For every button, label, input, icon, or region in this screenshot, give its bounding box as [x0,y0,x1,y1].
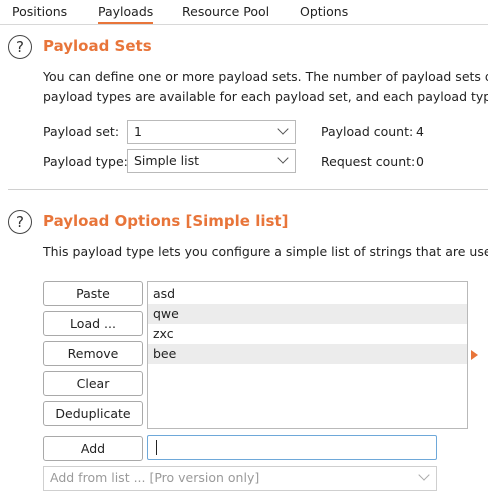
remove-button[interactable]: Remove [43,341,143,366]
chevron-down-icon [277,123,289,135]
tab-options[interactable]: Options [300,4,348,19]
section-title-payload-sets: Payload Sets [43,37,152,55]
tab-bar: Positions Payloads Resource Pool Options [0,0,488,25]
list-item[interactable]: qwe [148,304,467,324]
list-item[interactable]: zxc [148,324,467,344]
add-from-list-select[interactable]: Add from list ... [Pro version only] [43,466,437,491]
payload-type-select[interactable]: Simple list [127,149,296,173]
add-button[interactable]: Add [43,436,143,461]
payload-set-value: 1 [134,124,142,139]
text-caret [156,440,157,455]
help-icon[interactable]: ? [8,210,32,234]
payload-list[interactable]: asd qwe zxc bee [147,281,468,429]
payload-type-label: Payload type: [43,154,128,169]
paste-button[interactable]: Paste [43,281,143,306]
arrow-right-icon [471,350,478,360]
payload-options-description: This payload type lets you configure a s… [43,244,488,259]
list-item[interactable]: asd [148,284,467,304]
load-button[interactable]: Load ... [43,311,143,336]
chevron-down-icon [277,152,289,164]
tab-positions[interactable]: Positions [12,4,67,19]
request-count-label: Request count: [321,154,416,169]
list-item[interactable]: bee [148,344,467,364]
tab-payloads[interactable]: Payloads [98,4,154,24]
section-divider [8,189,488,190]
section-title-payload-options: Payload Options [Simple list] [43,212,289,230]
payload-set-label: Payload set: [43,124,120,139]
add-from-list-label: Add from list ... [Pro version only] [50,470,260,485]
payload-count-value: 4 [416,124,424,139]
payload-sets-description-line1: You can define one or more payload sets.… [43,69,488,84]
payload-count-label: Payload count: [321,124,414,139]
deduplicate-button[interactable]: Deduplicate [43,401,143,426]
payload-sets-description-line2: payload types are available for each pay… [43,89,488,104]
help-icon[interactable]: ? [8,35,32,59]
payload-set-select[interactable]: 1 [127,120,296,144]
add-item-input[interactable] [147,435,437,460]
chevron-down-icon [418,469,430,481]
request-count-value: 0 [416,154,424,169]
tab-resource-pool[interactable]: Resource Pool [182,4,269,19]
payload-type-value: Simple list [134,153,200,168]
clear-button[interactable]: Clear [43,371,143,396]
